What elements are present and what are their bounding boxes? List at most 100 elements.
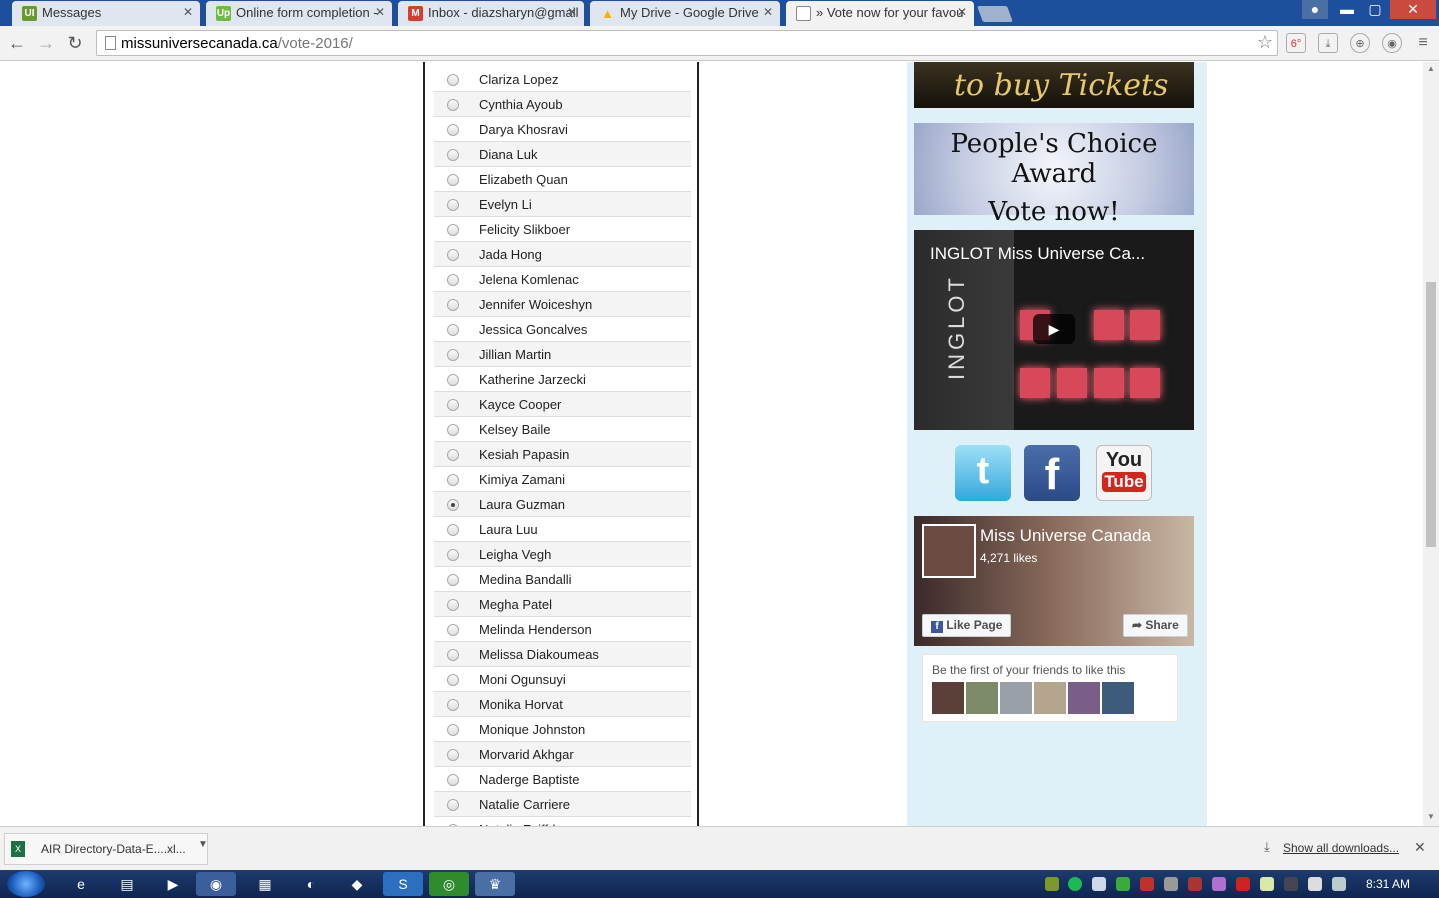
candidate-row[interactable]: Clariza Lopez [434,67,691,92]
candidate-row[interactable]: Moni Ogunsuyi [434,667,691,692]
extension-icon-1[interactable]: 6° [1286,33,1306,53]
candidate-radio[interactable] [447,799,459,811]
candidate-radio[interactable] [447,274,459,286]
candidate-radio[interactable] [447,374,459,386]
display-icon[interactable] [1332,877,1346,891]
scroll-down-arrow[interactable]: ▼ [1426,812,1436,821]
video-title[interactable]: INGLOT Miss Universe Ca... [930,244,1145,264]
candidate-radio[interactable] [447,649,459,661]
candidate-row[interactable]: Melinda Henderson [434,617,691,642]
candidate-row[interactable]: Monique Johnston [434,717,691,742]
media-player-icon[interactable]: ▶ [153,872,193,896]
candidate-radio[interactable] [447,624,459,636]
tray-icon[interactable] [1140,877,1154,891]
extension-icon-2[interactable]: ⤓ [1318,33,1338,53]
fb-page-avatar[interactable] [922,524,976,578]
candidate-radio[interactable] [447,149,459,161]
flag-icon[interactable] [1308,877,1322,891]
candidate-row[interactable]: Kesiah Papasin [434,442,691,467]
tab-3[interactable]: M Inbox - diazsharyn@gmail ✕ [398,1,584,26]
candidate-row[interactable]: Felicity Slikboer [434,217,691,242]
candidate-radio[interactable] [447,424,459,436]
facebook-page-widget[interactable]: Miss Universe Canada 4,271 likes f Like … [914,516,1194,646]
address-bar[interactable]: missuniversecanada.ca/vote-2016/ ☆ [96,30,1278,56]
chrome-menu-icon[interactable]: ≡ [1413,33,1433,53]
candidate-radio[interactable] [447,774,459,786]
candidate-radio[interactable] [447,249,459,261]
candidate-radio[interactable] [447,574,459,586]
candidate-row[interactable]: Jennifer Woiceshyn [434,292,691,317]
friend-avatar[interactable] [1068,682,1100,714]
scroll-up-arrow[interactable]: ▲ [1426,64,1436,73]
spotify-tray-icon[interactable] [1068,877,1082,891]
friend-avatar[interactable] [1102,682,1134,714]
candidate-row[interactable]: Megha Patel [434,592,691,617]
youtube-icon[interactable]: You Tube [1096,445,1152,501]
candidate-radio[interactable] [447,749,459,761]
maximize-button[interactable]: ▢ [1362,0,1388,19]
page-scrollbar[interactable]: ▲ ▼ [1423,62,1439,826]
candidate-row[interactable]: Jada Hong [434,242,691,267]
candidate-radio[interactable] [447,349,459,361]
candidate-row[interactable]: Morvarid Akhgar [434,742,691,767]
tab-close-icon[interactable]: ✕ [183,5,193,19]
tray-icon[interactable] [1116,877,1130,891]
candidate-radio[interactable] [447,99,459,111]
back-button[interactable]: ← [5,31,29,55]
candidate-row[interactable]: Jessica Goncalves [434,317,691,342]
extension-icon-4[interactable]: ◉ [1382,33,1402,53]
candidate-row[interactable]: Laura Luu [434,517,691,542]
fb-share-button[interactable]: ➦ Share [1123,614,1188,637]
tray-icon[interactable] [1212,877,1226,891]
folder-icon[interactable]: ▦ [245,872,285,896]
friend-avatar[interactable] [932,682,964,714]
candidate-radio[interactable] [447,474,459,486]
download-item[interactable]: X AIR Directory-Data-E....xl... ▼ [4,833,208,865]
taskbar-clock[interactable]: 8:31 AM [1366,877,1410,891]
tray-icon[interactable] [1236,877,1250,891]
candidate-row[interactable]: Jelena Komlenac [434,267,691,292]
candidate-row[interactable]: Leigha Vegh [434,542,691,567]
candidate-row[interactable]: Monika Horvat [434,692,691,717]
start-button[interactable] [7,871,45,897]
firefox-icon[interactable]: ◐ [291,872,331,896]
tab-2[interactable]: Up Online form completion - ✕ [206,1,392,26]
candidate-row[interactable]: Kimiya Zamani [434,467,691,492]
tab-1[interactable]: UI Messages ✕ [12,1,200,26]
bookmark-star-icon[interactable]: ☆ [1257,32,1273,53]
minimize-button[interactable]: ▬ [1334,0,1360,19]
candidate-row[interactable]: Kayce Cooper [434,392,691,417]
new-tab-button[interactable] [977,6,1013,22]
candidate-row[interactable]: Diana Luk [434,142,691,167]
tray-icon[interactable] [1164,877,1178,891]
extension-icon-3[interactable]: ⊕ [1350,33,1370,53]
app-icon[interactable]: ♛ [475,872,515,896]
forward-button[interactable]: → [34,31,58,55]
spotify-icon[interactable]: ◎ [429,872,469,896]
tab-close-icon[interactable]: ✕ [567,5,577,19]
candidate-row[interactable]: Natalie Carriere [434,792,691,817]
candidate-row[interactable]: Evelyn Li [434,192,691,217]
show-all-downloads-link[interactable]: Show all downloads... [1283,841,1399,855]
candidate-radio[interactable] [447,599,459,611]
candidate-row[interactable]: Kelsey Baile [434,417,691,442]
close-window-button[interactable]: ✕ [1390,0,1436,19]
tray-icon[interactable] [1260,877,1274,891]
candidate-radio[interactable] [447,724,459,736]
fb-page-name[interactable]: Miss Universe Canada [980,526,1151,546]
candidate-radio[interactable] [447,74,459,86]
candidate-radio[interactable] [447,499,459,511]
file-explorer-icon[interactable]: ▤ [107,872,147,896]
candidate-row[interactable]: Melissa Diakoumeas [434,642,691,667]
candidate-radio[interactable] [447,524,459,536]
candidate-radio[interactable] [447,174,459,186]
skype-icon[interactable]: S [383,872,423,896]
candidate-row[interactable]: Medina Bandalli [434,567,691,592]
friend-avatar[interactable] [1034,682,1066,714]
candidate-row[interactable]: Laura Guzman [434,492,691,517]
tray-icon[interactable] [1045,877,1059,891]
ie-icon[interactable]: e [61,872,101,896]
chevron-down-icon[interactable]: ▼ [198,839,208,850]
candidate-radio[interactable] [447,549,459,561]
candidate-row[interactable]: Naderge Baptiste [434,767,691,792]
